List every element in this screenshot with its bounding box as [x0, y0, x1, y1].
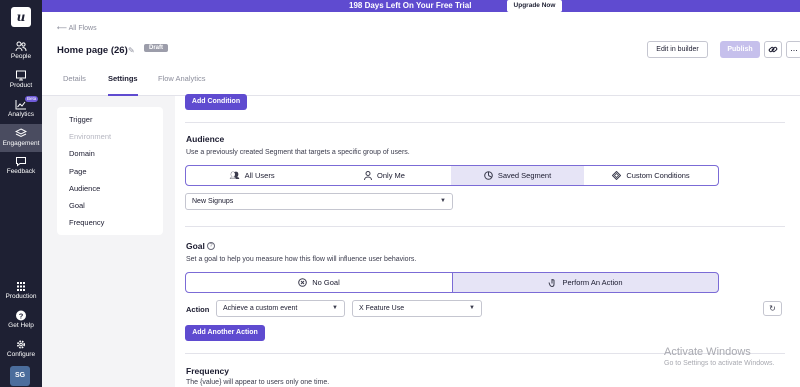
tab-settings[interactable]: Settings — [108, 74, 138, 96]
product-icon — [16, 70, 26, 81]
goal-description: Set a goal to help you measure how this … — [186, 256, 417, 263]
settings-nav: Trigger Environment Domain Page Audience… — [57, 107, 163, 235]
audience-title: Audience — [186, 134, 225, 144]
info-icon[interactable]: ? — [207, 242, 215, 250]
caret-down-icon: ▼ — [469, 305, 475, 311]
arrow-left-icon: ⟵ — [57, 25, 68, 32]
segment-select[interactable]: New Signups ▼ — [185, 193, 453, 210]
audience-option-label: Saved Segment — [497, 171, 552, 180]
rail-item-people[interactable]: People — [0, 37, 42, 65]
rail-item-analytics[interactable]: Beta Analytics — [0, 95, 42, 123]
user-icon — [364, 171, 373, 180]
audience-description: Use a previously created Segment that ta… — [186, 149, 410, 156]
copy-link-button[interactable] — [764, 41, 782, 58]
tab-flow-analytics[interactable]: Flow Analytics — [158, 74, 206, 96]
pie-chart-icon — [484, 171, 493, 180]
rail-item-label: Get Help — [8, 322, 34, 329]
audience-option-label: Only Me — [377, 171, 405, 180]
more-options-button[interactable]: ... — [786, 41, 800, 58]
add-another-action-button[interactable]: Add Another Action — [185, 325, 265, 341]
left-rail: u People Product Beta Analytics Engageme… — [0, 0, 42, 387]
event-select[interactable]: X Feature Use ▼ — [352, 300, 482, 317]
goal-option-no-goal[interactable]: No Goal — [185, 272, 453, 293]
help-icon: ? — [16, 310, 26, 321]
audience-option-label: Custom Conditions — [626, 171, 690, 180]
settings-nav-domain[interactable]: Domain — [69, 149, 95, 158]
rail-item-engagement[interactable]: Engagement — [0, 124, 42, 152]
rail-item-label: Engagement — [2, 140, 40, 147]
settings-panel: Add Condition Audience Use a previously … — [175, 94, 800, 387]
segment-select-value: New Signups — [192, 198, 234, 205]
action-label: Action — [186, 305, 210, 314]
settings-nav-page[interactable]: Page — [69, 167, 87, 176]
status-badge: Draft — [144, 44, 169, 52]
rail-item-configure[interactable]: Configure — [0, 335, 42, 363]
back-link[interactable]: ⟵ All Flows — [57, 24, 97, 32]
rail-item-product[interactable]: Product — [0, 66, 42, 94]
settings-nav-trigger[interactable]: Trigger — [69, 115, 92, 124]
divider — [185, 122, 785, 123]
people-icon — [15, 41, 27, 52]
feedback-icon — [16, 157, 26, 167]
svg-text:?: ? — [19, 311, 24, 320]
add-condition-button[interactable]: Add Condition — [185, 94, 247, 110]
caret-down-icon: ▼ — [332, 305, 338, 311]
event-select-value: X Feature Use — [359, 305, 405, 312]
back-link-label: All Flows — [68, 25, 97, 32]
gear-icon — [16, 340, 26, 349]
goal-option-label: Perform An Action — [562, 278, 623, 287]
audience-option-label: All Users — [244, 171, 275, 180]
diamond-icon — [612, 171, 622, 180]
reset-action-button[interactable]: ↻ — [763, 301, 782, 316]
rail-item-label: Production — [5, 293, 37, 300]
rail-item-label: Feedback — [6, 168, 36, 175]
rail-item-label: People — [10, 53, 32, 60]
x-circle-icon — [298, 278, 308, 287]
settings-nav-environment: Environment — [69, 132, 112, 141]
rail-item-label: Analytics — [7, 111, 34, 118]
engagement-icon — [15, 128, 27, 138]
settings-nav-audience[interactable]: Audience — [69, 184, 100, 193]
audience-option-only-me[interactable]: Only Me — [318, 165, 452, 186]
divider — [185, 226, 785, 227]
audience-option-saved-segment[interactable]: Saved Segment — [451, 165, 585, 186]
frequency-description: The {value} will appear to users only on… — [186, 379, 330, 386]
settings-nav-goal[interactable]: Goal — [69, 201, 85, 210]
goal-title: Goal — [186, 241, 205, 251]
watermark-subtitle: Go to Settings to activate Windows. — [664, 360, 775, 367]
action-icon — [549, 279, 555, 287]
flow-header: ⟵ All Flows Home page (26) ✎ Draft Edit … — [42, 12, 800, 96]
action-type-select-value: Achieve a custom event — [223, 305, 298, 312]
frequency-title: Frequency — [186, 366, 229, 376]
beta-badge: Beta — [25, 96, 39, 102]
rail-item-label: Product — [9, 82, 33, 89]
caret-down-icon: ▼ — [440, 198, 446, 204]
publish-button[interactable]: Publish — [720, 41, 760, 58]
rail-item-label: Configure — [6, 351, 36, 358]
rail-item-feedback[interactable]: Feedback — [0, 152, 42, 180]
upgrade-button[interactable]: Upgrade Now — [507, 0, 562, 12]
page-title: Home page (26) — [57, 45, 128, 56]
avatar[interactable]: SG — [10, 366, 30, 386]
audience-option-all-users[interactable]: 👥︎ All Users — [185, 165, 319, 186]
tab-details[interactable]: Details — [63, 74, 86, 96]
action-type-select[interactable]: Achieve a custom event ▼ — [216, 300, 345, 317]
refresh-icon: ↻ — [769, 304, 776, 313]
trial-banner: 198 Days Left On Your Free Trial Upgrade… — [42, 0, 800, 12]
link-icon — [768, 46, 778, 53]
edit-in-builder-button[interactable]: Edit in builder — [647, 41, 708, 58]
app-logo[interactable]: u — [11, 7, 31, 27]
rail-item-production[interactable]: Production — [0, 277, 42, 305]
watermark-title: Activate Windows — [664, 346, 751, 358]
rail-item-get-help[interactable]: ? Get Help — [0, 306, 42, 334]
settings-nav-frequency[interactable]: Frequency — [69, 218, 104, 227]
users-icon: 👥︎ — [229, 171, 240, 180]
pencil-icon[interactable]: ✎ — [128, 46, 135, 55]
trial-banner-text: 198 Days Left On Your Free Trial — [349, 1, 472, 10]
goal-option-perform-action[interactable]: Perform An Action — [452, 272, 719, 293]
goal-option-label: No Goal — [312, 278, 340, 287]
windows-activation-watermark: Activate Windows Go to Settings to activ… — [664, 346, 775, 367]
apps-grid-icon — [17, 282, 25, 291]
audience-option-custom-conditions[interactable]: Custom Conditions — [584, 165, 719, 186]
